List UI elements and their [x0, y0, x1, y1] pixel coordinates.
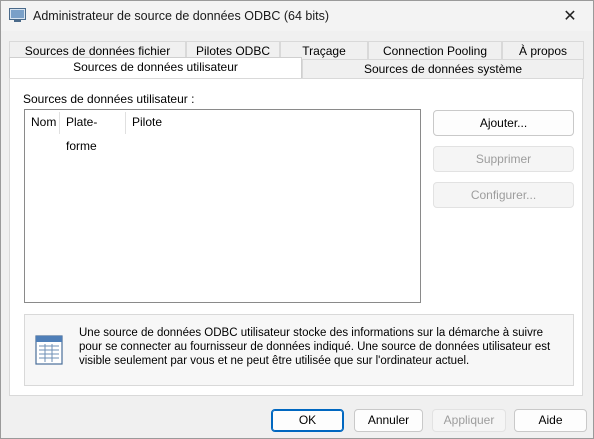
- tab-about[interactable]: À propos: [502, 41, 584, 60]
- tab-label: Sources de données utilisateur: [73, 60, 238, 74]
- tab-label: Sources de données système: [363, 62, 523, 76]
- datasource-info-icon: [35, 335, 63, 365]
- tab-label: Traçage: [302, 44, 346, 58]
- window-title: Administrateur de source de données ODBC…: [33, 9, 329, 23]
- tab-connection-pooling[interactable]: Connection Pooling: [368, 41, 502, 60]
- section-label: Sources de données utilisateur :: [23, 92, 195, 106]
- close-icon: ✕: [563, 8, 577, 25]
- tab-label: Connection Pooling: [382, 44, 488, 58]
- configure-button[interactable]: Configurer...: [433, 182, 574, 208]
- tab-user-dsn[interactable]: Sources de données utilisateur: [9, 57, 302, 78]
- tab-system-dsn[interactable]: Sources de données système: [302, 59, 584, 79]
- button-label: Annuler: [367, 413, 410, 427]
- button-label: Appliquer: [443, 413, 495, 427]
- add-button[interactable]: Ajouter...: [433, 110, 574, 136]
- tab-label: À propos: [518, 44, 568, 58]
- close-button[interactable]: ✕: [547, 1, 593, 31]
- info-description: Une source de données ODBC utilisateur s…: [79, 327, 551, 367]
- remove-button[interactable]: Supprimer: [433, 146, 574, 172]
- info-box: Une source de données ODBC utilisateur s…: [24, 314, 574, 386]
- column-header-driver[interactable]: Pilote: [126, 110, 206, 134]
- tab-label: Sources de données fichier: [24, 44, 171, 58]
- apply-button[interactable]: Appliquer: [432, 409, 506, 432]
- button-label: Configurer...: [470, 188, 537, 202]
- column-header-name[interactable]: Nom: [25, 110, 59, 134]
- button-label: Aide: [538, 413, 563, 427]
- title-bar: Administrateur de source de données ODBC…: [1, 1, 593, 31]
- help-button[interactable]: Aide: [514, 409, 587, 432]
- ok-button[interactable]: OK: [271, 409, 344, 432]
- column-header-label: Nom: [31, 115, 57, 129]
- button-label: Supprimer: [475, 152, 532, 166]
- column-header-platform[interactable]: Plate-forme: [60, 110, 126, 153]
- dsn-list[interactable]: Nom Plate-forme Pilote: [24, 109, 421, 303]
- user-dsn-panel: Sources de données utilisateur : Nom Pla…: [9, 78, 583, 396]
- odbc-admin-window: Administrateur de source de données ODBC…: [0, 0, 594, 439]
- column-header-label: Pilote: [132, 115, 163, 129]
- button-label: Ajouter...: [479, 116, 528, 130]
- cancel-button[interactable]: Annuler: [354, 409, 423, 432]
- odbc-admin-icon: [9, 8, 26, 22]
- column-header-label: Plate-forme: [66, 115, 98, 153]
- button-label: OK: [298, 413, 317, 427]
- tab-label: Pilotes ODBC: [195, 44, 271, 58]
